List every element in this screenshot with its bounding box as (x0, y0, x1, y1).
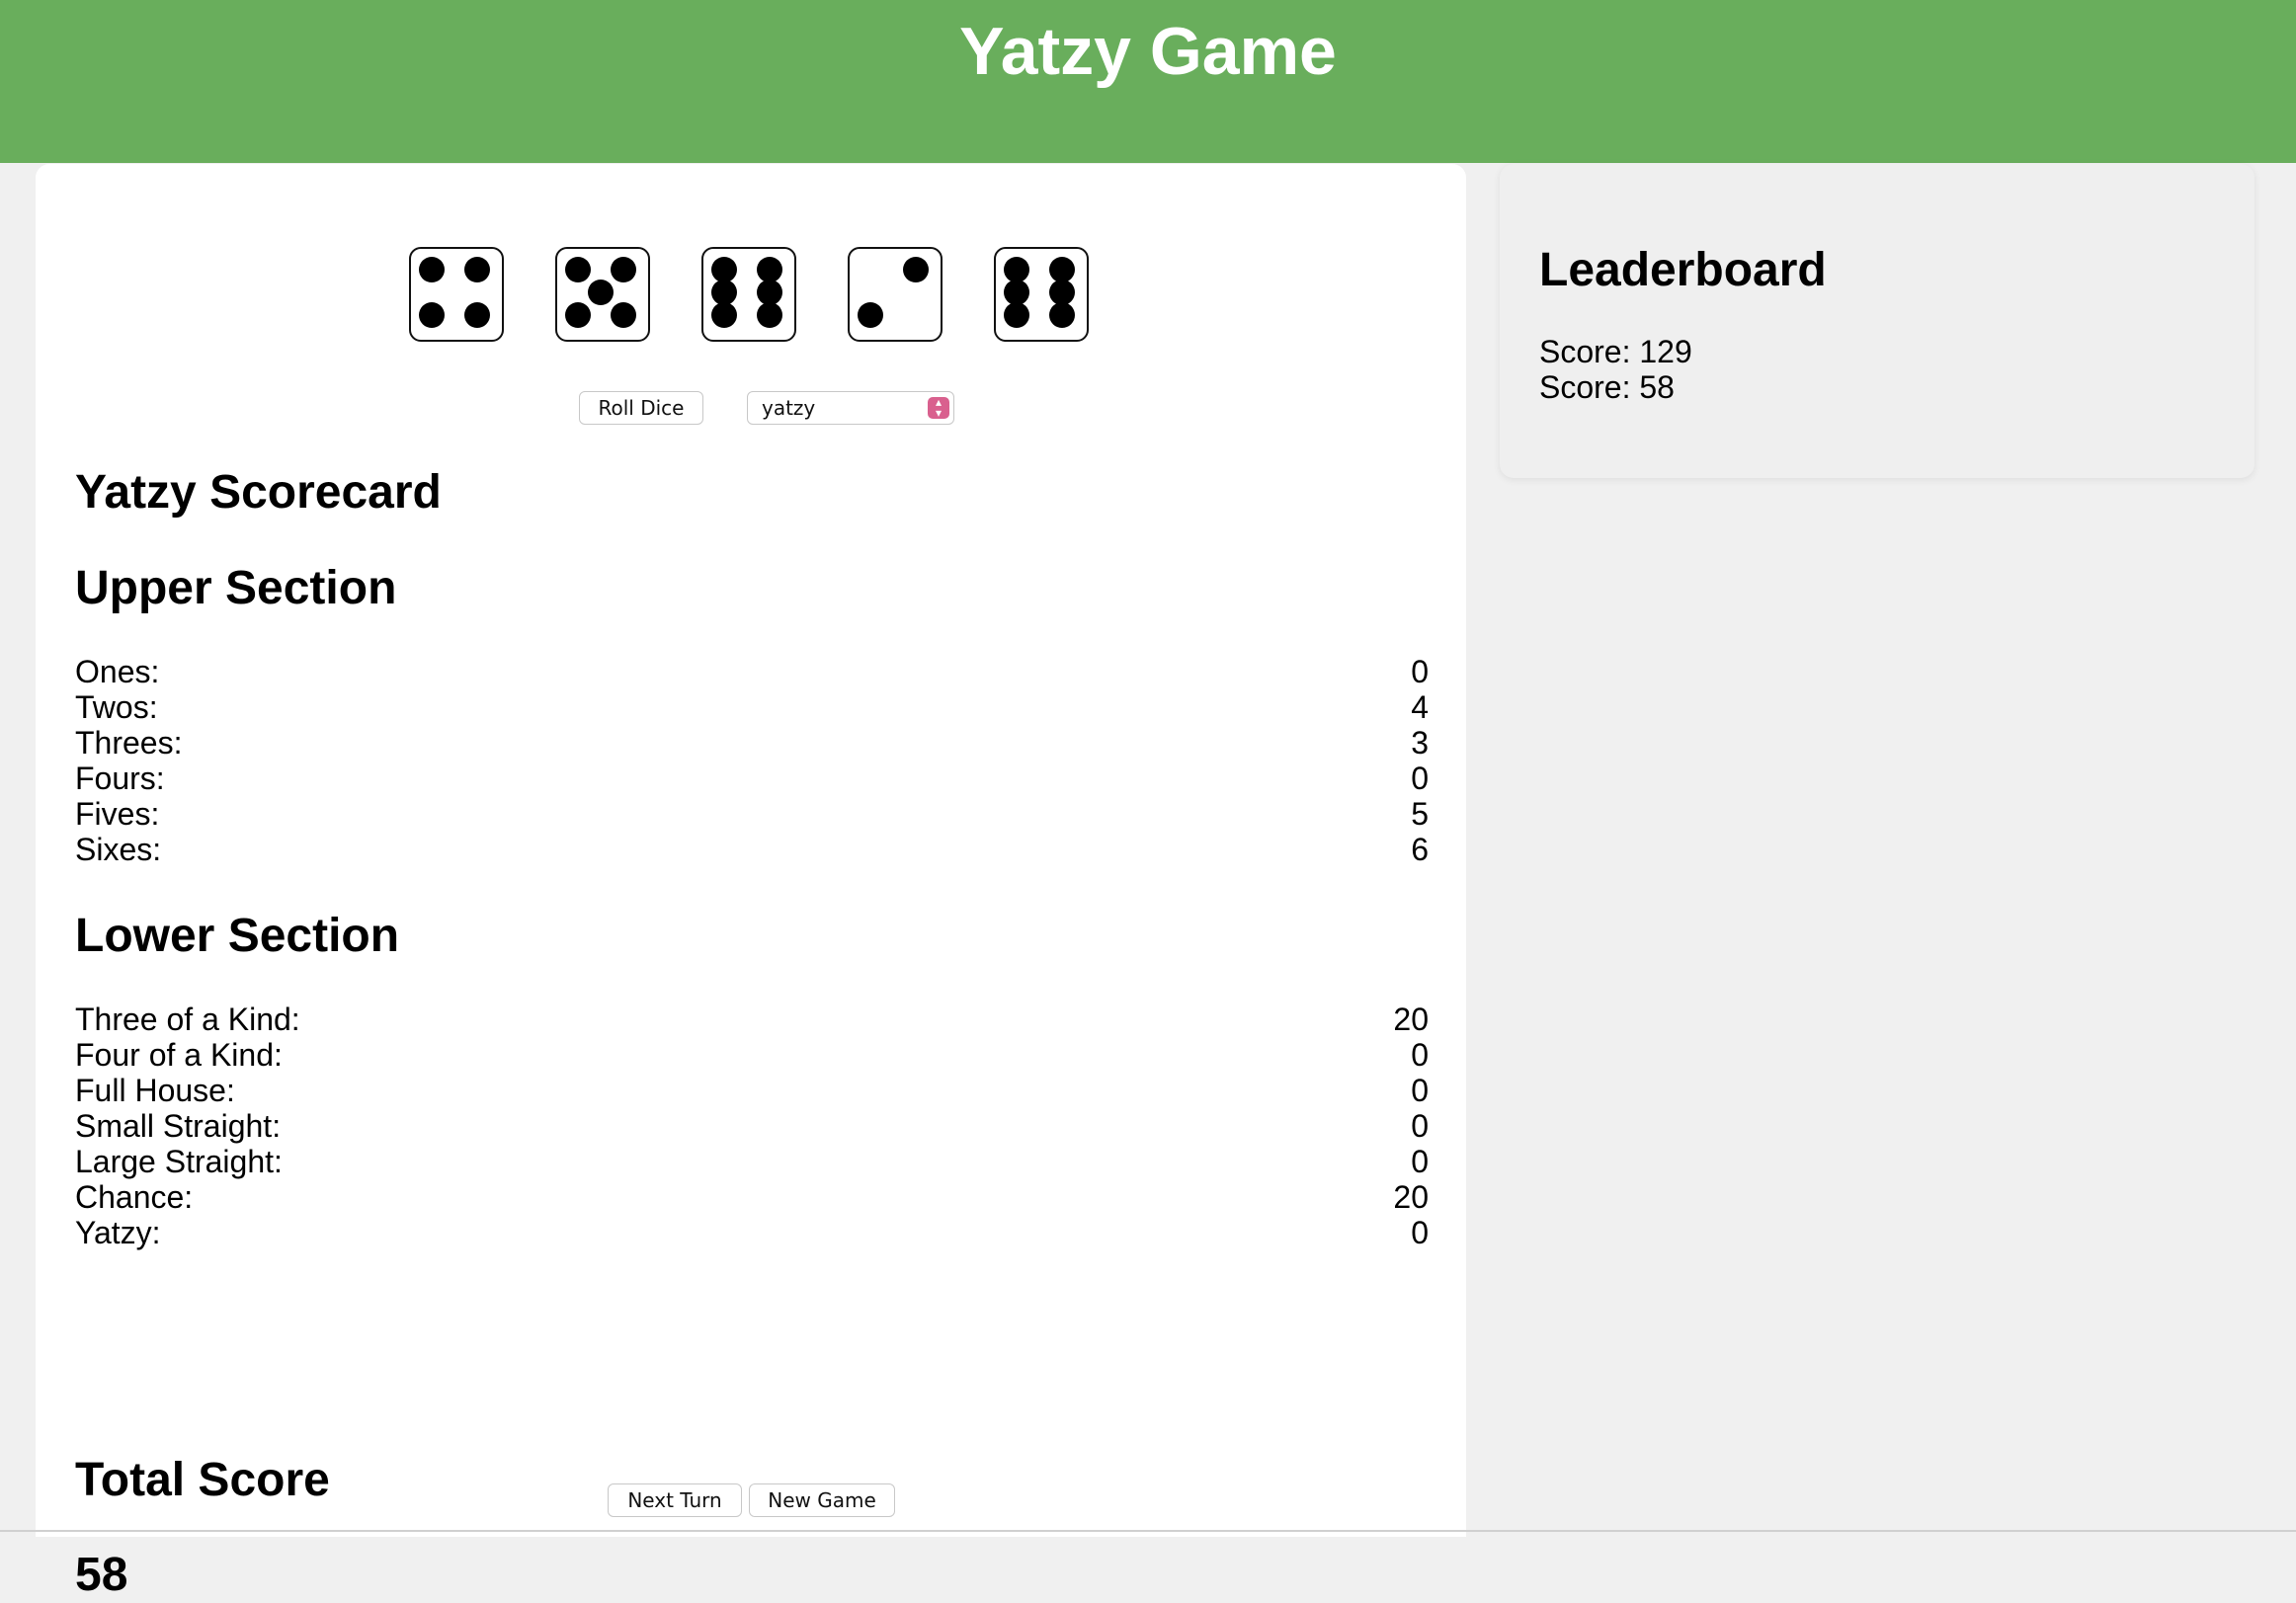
score-row-ones: Ones: 0 (75, 654, 1429, 689)
die-pip (903, 257, 929, 282)
die-4[interactable] (848, 247, 943, 342)
total-score-title: Total Score (75, 1454, 330, 1506)
scorecard-title: Yatzy Scorecard (75, 466, 442, 519)
upper-section-title: Upper Section (75, 562, 397, 614)
score-value: 0 (1411, 654, 1429, 689)
score-value: 0 (1411, 1215, 1429, 1250)
die-pip (464, 257, 490, 282)
score-label: Ones: (75, 654, 160, 689)
upper-section-list: Ones: 0 Twos: 4 Threes: 3 Fours: 0 Fives… (75, 654, 1429, 867)
score-row-full-house: Full House: 0 (75, 1073, 1429, 1108)
leaderboard-list: Score: 129 Score: 58 (1539, 334, 1692, 405)
die-pip (1004, 302, 1029, 328)
score-label: Full House: (75, 1073, 235, 1108)
chevron-up-down-icon: ▴ ▾ (928, 396, 949, 419)
die-pip (419, 302, 445, 328)
score-label: Chance: (75, 1179, 194, 1215)
score-label: Sixes: (75, 832, 162, 867)
app-title: Yatzy Game (959, 14, 1337, 89)
score-value: 0 (1411, 1108, 1429, 1144)
die-3[interactable] (701, 247, 796, 342)
score-label: Four of a Kind: (75, 1037, 283, 1073)
score-row-fives: Fives: 5 (75, 796, 1429, 832)
total-score-value: 58 (75, 1549, 128, 1601)
leaderboard-entry: Score: 129 (1539, 334, 1692, 369)
die-pip (565, 257, 591, 282)
leaderboard-entry: Score: 58 (1539, 369, 1675, 405)
die-1[interactable] (409, 247, 504, 342)
score-value: 4 (1411, 689, 1429, 725)
die-5[interactable] (994, 247, 1089, 342)
score-value: 3 (1411, 725, 1429, 761)
score-label: Twos: (75, 689, 158, 725)
leaderboard-title: Leaderboard (1539, 244, 1827, 296)
leaderboard-panel: Leaderboard Score: 129 Score: 58 (1500, 164, 2255, 478)
die-pip (757, 302, 782, 328)
die-pip (464, 302, 490, 328)
die-pip (1049, 302, 1075, 328)
score-value: 20 (1393, 1002, 1429, 1037)
app-header: Yatzy Game (0, 0, 2296, 163)
page-bottom-divider (0, 1530, 2296, 1532)
new-game-button[interactable]: New Game (749, 1483, 895, 1517)
category-select[interactable]: yatzy ▴ ▾ (747, 391, 954, 425)
score-row-chance: Chance: 20 (75, 1179, 1429, 1215)
score-label: Large Straight: (75, 1144, 283, 1179)
score-row-twos: Twos: 4 (75, 689, 1429, 725)
score-label: Yatzy: (75, 1215, 161, 1250)
dice-row (36, 247, 1466, 346)
die-pip (611, 302, 636, 328)
game-panel: Roll Dice yatzy ▴ ▾ Yatzy Scorecard Upper… (36, 164, 1466, 1601)
die-pip (711, 302, 737, 328)
score-label: Small Straight: (75, 1108, 282, 1144)
lower-section-title: Lower Section (75, 910, 400, 962)
die-pip (565, 302, 591, 328)
score-row-four-of-a-kind: Four of a Kind: 0 (75, 1037, 1429, 1073)
score-row-fours: Fours: 0 (75, 761, 1429, 796)
die-pip (588, 280, 614, 305)
score-value: 0 (1411, 1037, 1429, 1073)
score-value: 6 (1411, 832, 1429, 867)
die-2[interactable] (555, 247, 650, 342)
score-label: Fours: (75, 761, 165, 796)
next-turn-button[interactable]: Next Turn (608, 1483, 742, 1517)
lower-section-list: Three of a Kind: 20 Four of a Kind: 0 Fu… (75, 1002, 1429, 1250)
score-value: 0 (1411, 1073, 1429, 1108)
score-row-yatzy: Yatzy: 0 (75, 1215, 1429, 1250)
score-row-three-of-a-kind: Three of a Kind: 20 (75, 1002, 1429, 1037)
score-row-small-straight: Small Straight: 0 (75, 1108, 1429, 1144)
score-row-large-straight: Large Straight: 0 (75, 1144, 1429, 1179)
score-label: Fives: (75, 796, 160, 832)
score-label: Threes: (75, 725, 183, 761)
die-pip (419, 257, 445, 282)
die-pip (858, 302, 883, 328)
score-value: 20 (1393, 1179, 1429, 1215)
category-select-value: yatzy (762, 396, 816, 420)
score-value: 0 (1411, 761, 1429, 796)
score-value: 0 (1411, 1144, 1429, 1179)
score-row-sixes: Sixes: 6 (75, 832, 1429, 867)
score-label: Three of a Kind: (75, 1002, 300, 1037)
roll-dice-button[interactable]: Roll Dice (579, 391, 703, 425)
score-row-threes: Threes: 3 (75, 725, 1429, 761)
die-pip (611, 257, 636, 282)
score-value: 5 (1411, 796, 1429, 832)
